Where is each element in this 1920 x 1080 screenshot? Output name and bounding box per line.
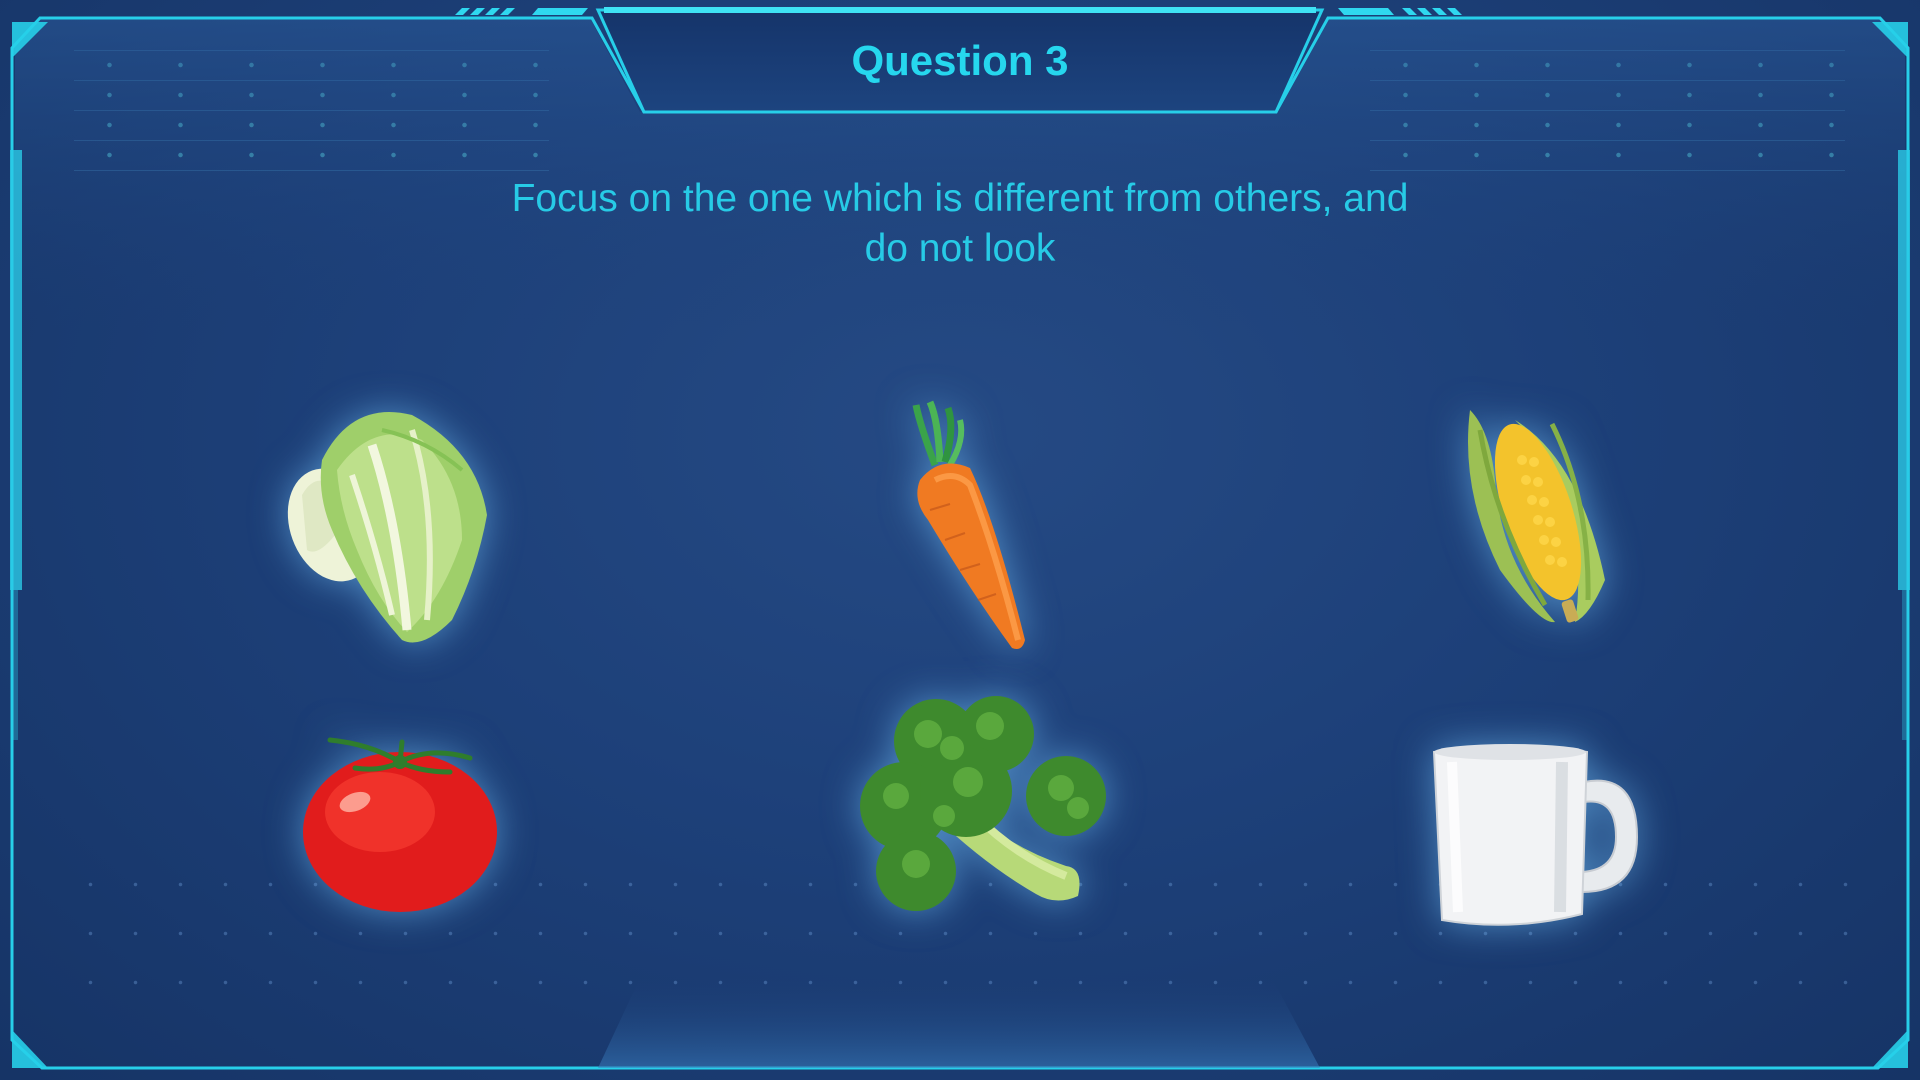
carrot-icon	[912, 400, 1025, 649]
instruction-line-2: do not look	[864, 227, 1056, 270]
instruction-line-1: Focus on the one which is different from…	[511, 177, 1409, 220]
option-corn[interactable]	[1460, 400, 1620, 630]
header-grid-left	[74, 50, 549, 175]
tomato-icon	[303, 737, 497, 912]
option-carrot[interactable]	[900, 400, 1060, 655]
broccoli-icon	[860, 696, 1106, 911]
option-white-mug[interactable]	[1432, 742, 1642, 932]
quiz-screen: Question 3 Focus on the one which is dif…	[0, 0, 1920, 1080]
corn-icon	[1468, 410, 1605, 623]
option-broccoli[interactable]	[856, 696, 1114, 928]
option-napa-cabbage[interactable]	[262, 400, 502, 660]
question-instruction: Focus on the one which is different from…	[440, 174, 1480, 274]
header-grid-right	[1370, 50, 1845, 175]
white-mug-icon	[1432, 744, 1639, 926]
option-tomato[interactable]	[300, 732, 500, 912]
napa-cabbage-icon	[287, 412, 487, 643]
question-title: Question 3	[851, 37, 1069, 84]
